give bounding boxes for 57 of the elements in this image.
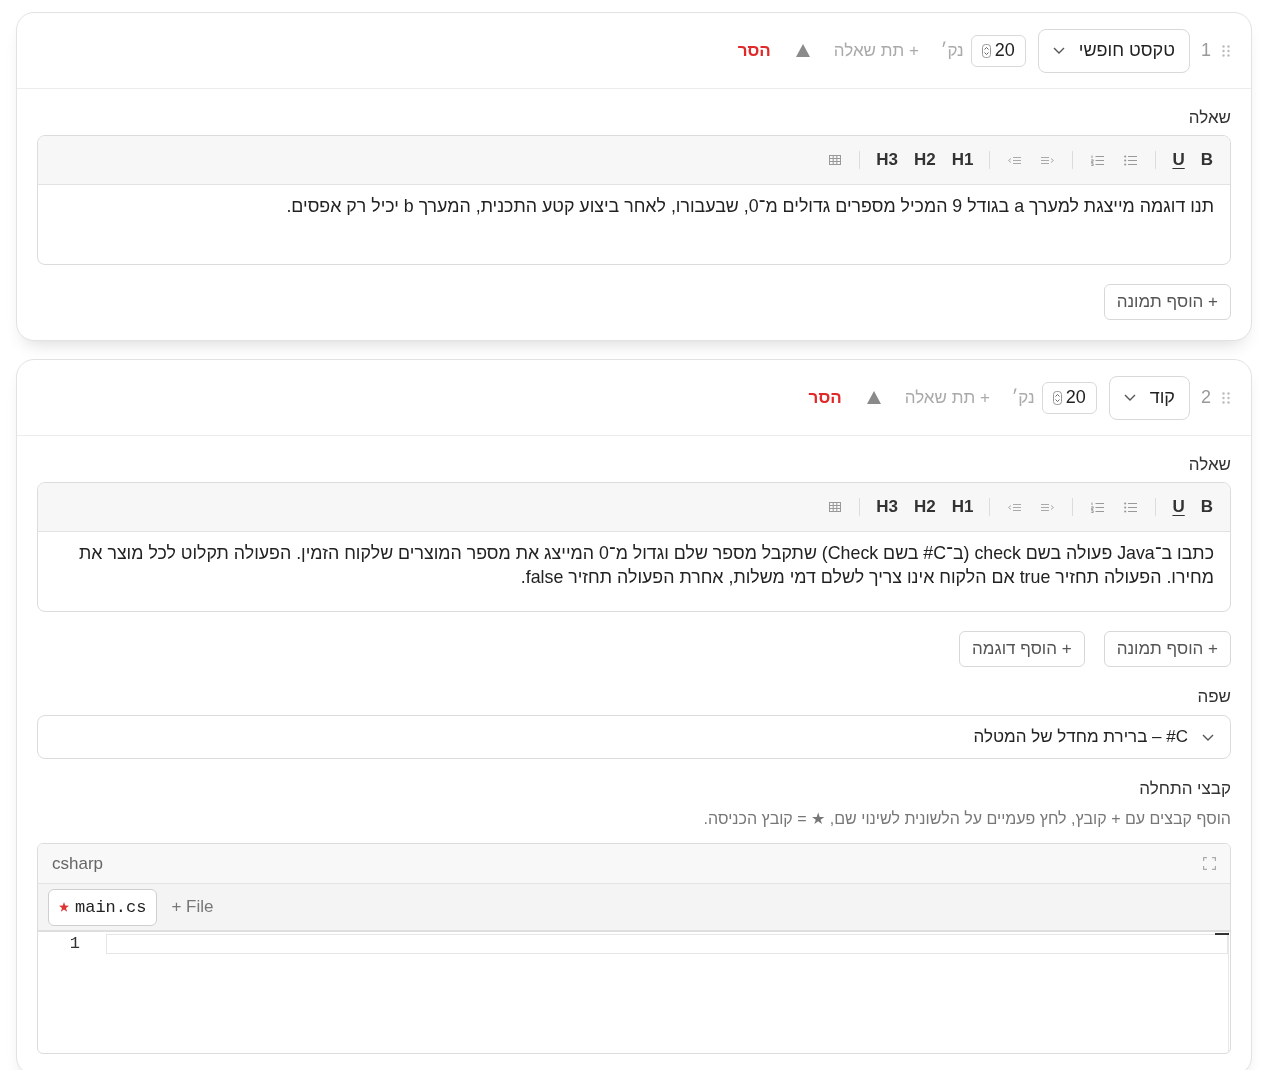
add-button[interactable]: + הוסף תמונה [1103,631,1231,667]
heading-button[interactable]: H2 [907,493,942,521]
remove-button[interactable]: הסר [808,387,842,408]
remove-button[interactable]: הסר [737,40,771,61]
question-label: שאלה [1187,454,1231,476]
chevron-down-icon [1052,47,1065,54]
outdent-icon[interactable] [1008,154,1022,166]
editor-language-label: csharp [52,853,104,874]
starter-files-hint: הוסף קבצים עם + קובץ, לחץ פעמיים על הלשונית לשינוי שם, ★ = קובץ הכניסה. [702,809,1231,829]
numbered-list-icon[interactable] [1091,501,1105,513]
table-icon[interactable] [829,155,842,165]
language-select[interactable]: C# – ברירת מחדל של המטלה [37,715,1231,759]
heading-button[interactable]: H3 [870,146,904,174]
add-button[interactable]: + הוסף דוגמה [959,631,1085,667]
bold-button[interactable]: B [1194,493,1219,521]
underline-button[interactable]: U [1166,493,1191,521]
question-text-field[interactable]: תנו דוגמה מייצגת למערך a בגודל 9 המכיל מספרים גדולים מ־0, שבעבורו, לאחר ביצוע קטע התכנית, המערך b יכיל רק אפסים. [38,185,1230,264]
points-label: נק׳ [1011,387,1035,408]
bullet-list-icon[interactable] [1124,154,1138,166]
expand-icon[interactable] [1203,857,1216,870]
add-file-button[interactable]: + File [171,897,214,917]
points-field[interactable]: 20 [970,34,1026,67]
question-label: שאלה [1187,107,1231,129]
heading-button[interactable]: H2 [907,146,942,174]
underline-button[interactable]: U [1166,146,1191,174]
drag-handle-icon[interactable] [1222,44,1230,57]
indent-icon[interactable] [1041,501,1055,513]
file-tab[interactable]: main.cs [48,888,158,926]
add-button[interactable]: + הוסף תמונה [1103,284,1231,320]
points-field[interactable]: 20 [1041,381,1097,414]
question-text-field[interactable]: כתבו ב־Java פעולה בשם check (ב־C# בשם Check) שתקבל מספר שלם וגדול מ־0 המייצג את מספר המוצרים שלקוח הזמין. הפעולה תקלוט לכל מוצר את מחירו. הפעולה תחזיר true אם הלקוח אינו צריך לשלם דמי משלות, אחרת הפעולה תחזיר false. [38,532,1230,611]
spinner-icon[interactable] [1052,390,1062,405]
indent-icon[interactable] [1041,154,1055,166]
cursor-marker-icon [1215,933,1229,935]
chevron-down-icon [1202,733,1214,741]
question-number: 1 [1201,40,1211,61]
chevron-down-icon [1123,394,1136,401]
triangle-up-icon[interactable] [795,44,810,57]
points-label: נק׳ [940,40,964,61]
question-type-select[interactable]: טקסט חופשי [1037,28,1190,73]
spinner-icon[interactable] [981,43,991,58]
bold-button[interactable]: B [1194,146,1219,174]
triangle-up-icon[interactable] [866,391,881,404]
line-number: 1 [68,934,81,954]
question-number: 2 [1201,387,1211,408]
heading-button[interactable]: H1 [945,146,980,174]
numbered-list-icon[interactable] [1091,154,1105,166]
heading-button[interactable]: H3 [870,493,904,521]
outdent-icon[interactable] [1008,501,1022,513]
question-type-select[interactable]: קוד [1108,375,1190,420]
bullet-list-icon[interactable] [1124,501,1138,513]
heading-button[interactable]: H1 [945,493,980,521]
table-icon[interactable] [829,502,842,512]
code-input-field[interactable]: 1 [38,932,1230,1053]
starter-files-label: קבצי התחלה [1138,778,1231,800]
language-label: שפה [1196,686,1231,708]
drag-handle-icon[interactable] [1222,391,1230,404]
